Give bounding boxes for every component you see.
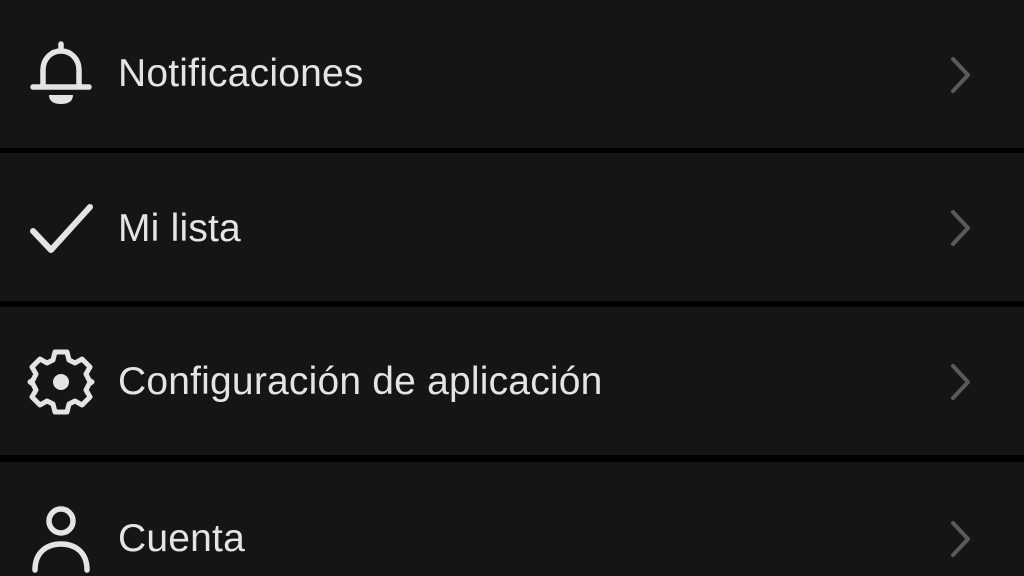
menu-item-configuracion[interactable]: Configuración de aplicación (0, 307, 1024, 455)
checkmark-icon (26, 193, 96, 263)
chevron-right-icon (944, 360, 976, 404)
menu-item-label: Mi lista (118, 207, 241, 250)
menu-item-mi-lista[interactable]: Mi lista (0, 153, 1024, 301)
chevron-right-icon (944, 206, 976, 250)
settings-menu: Notificaciones Mi lista Configuración de… (0, 0, 1024, 576)
menu-item-label: Cuenta (118, 517, 245, 560)
person-icon (26, 504, 96, 574)
chevron-right-icon (944, 53, 976, 97)
bell-icon (26, 40, 96, 110)
menu-item-notificaciones[interactable]: Notificaciones (0, 0, 1024, 148)
menu-item-cuenta[interactable]: Cuenta (0, 462, 1024, 576)
menu-item-label: Configuración de aplicación (118, 360, 603, 403)
gear-icon (26, 347, 96, 417)
menu-item-label: Notificaciones (118, 52, 364, 95)
chevron-right-icon (944, 517, 976, 561)
